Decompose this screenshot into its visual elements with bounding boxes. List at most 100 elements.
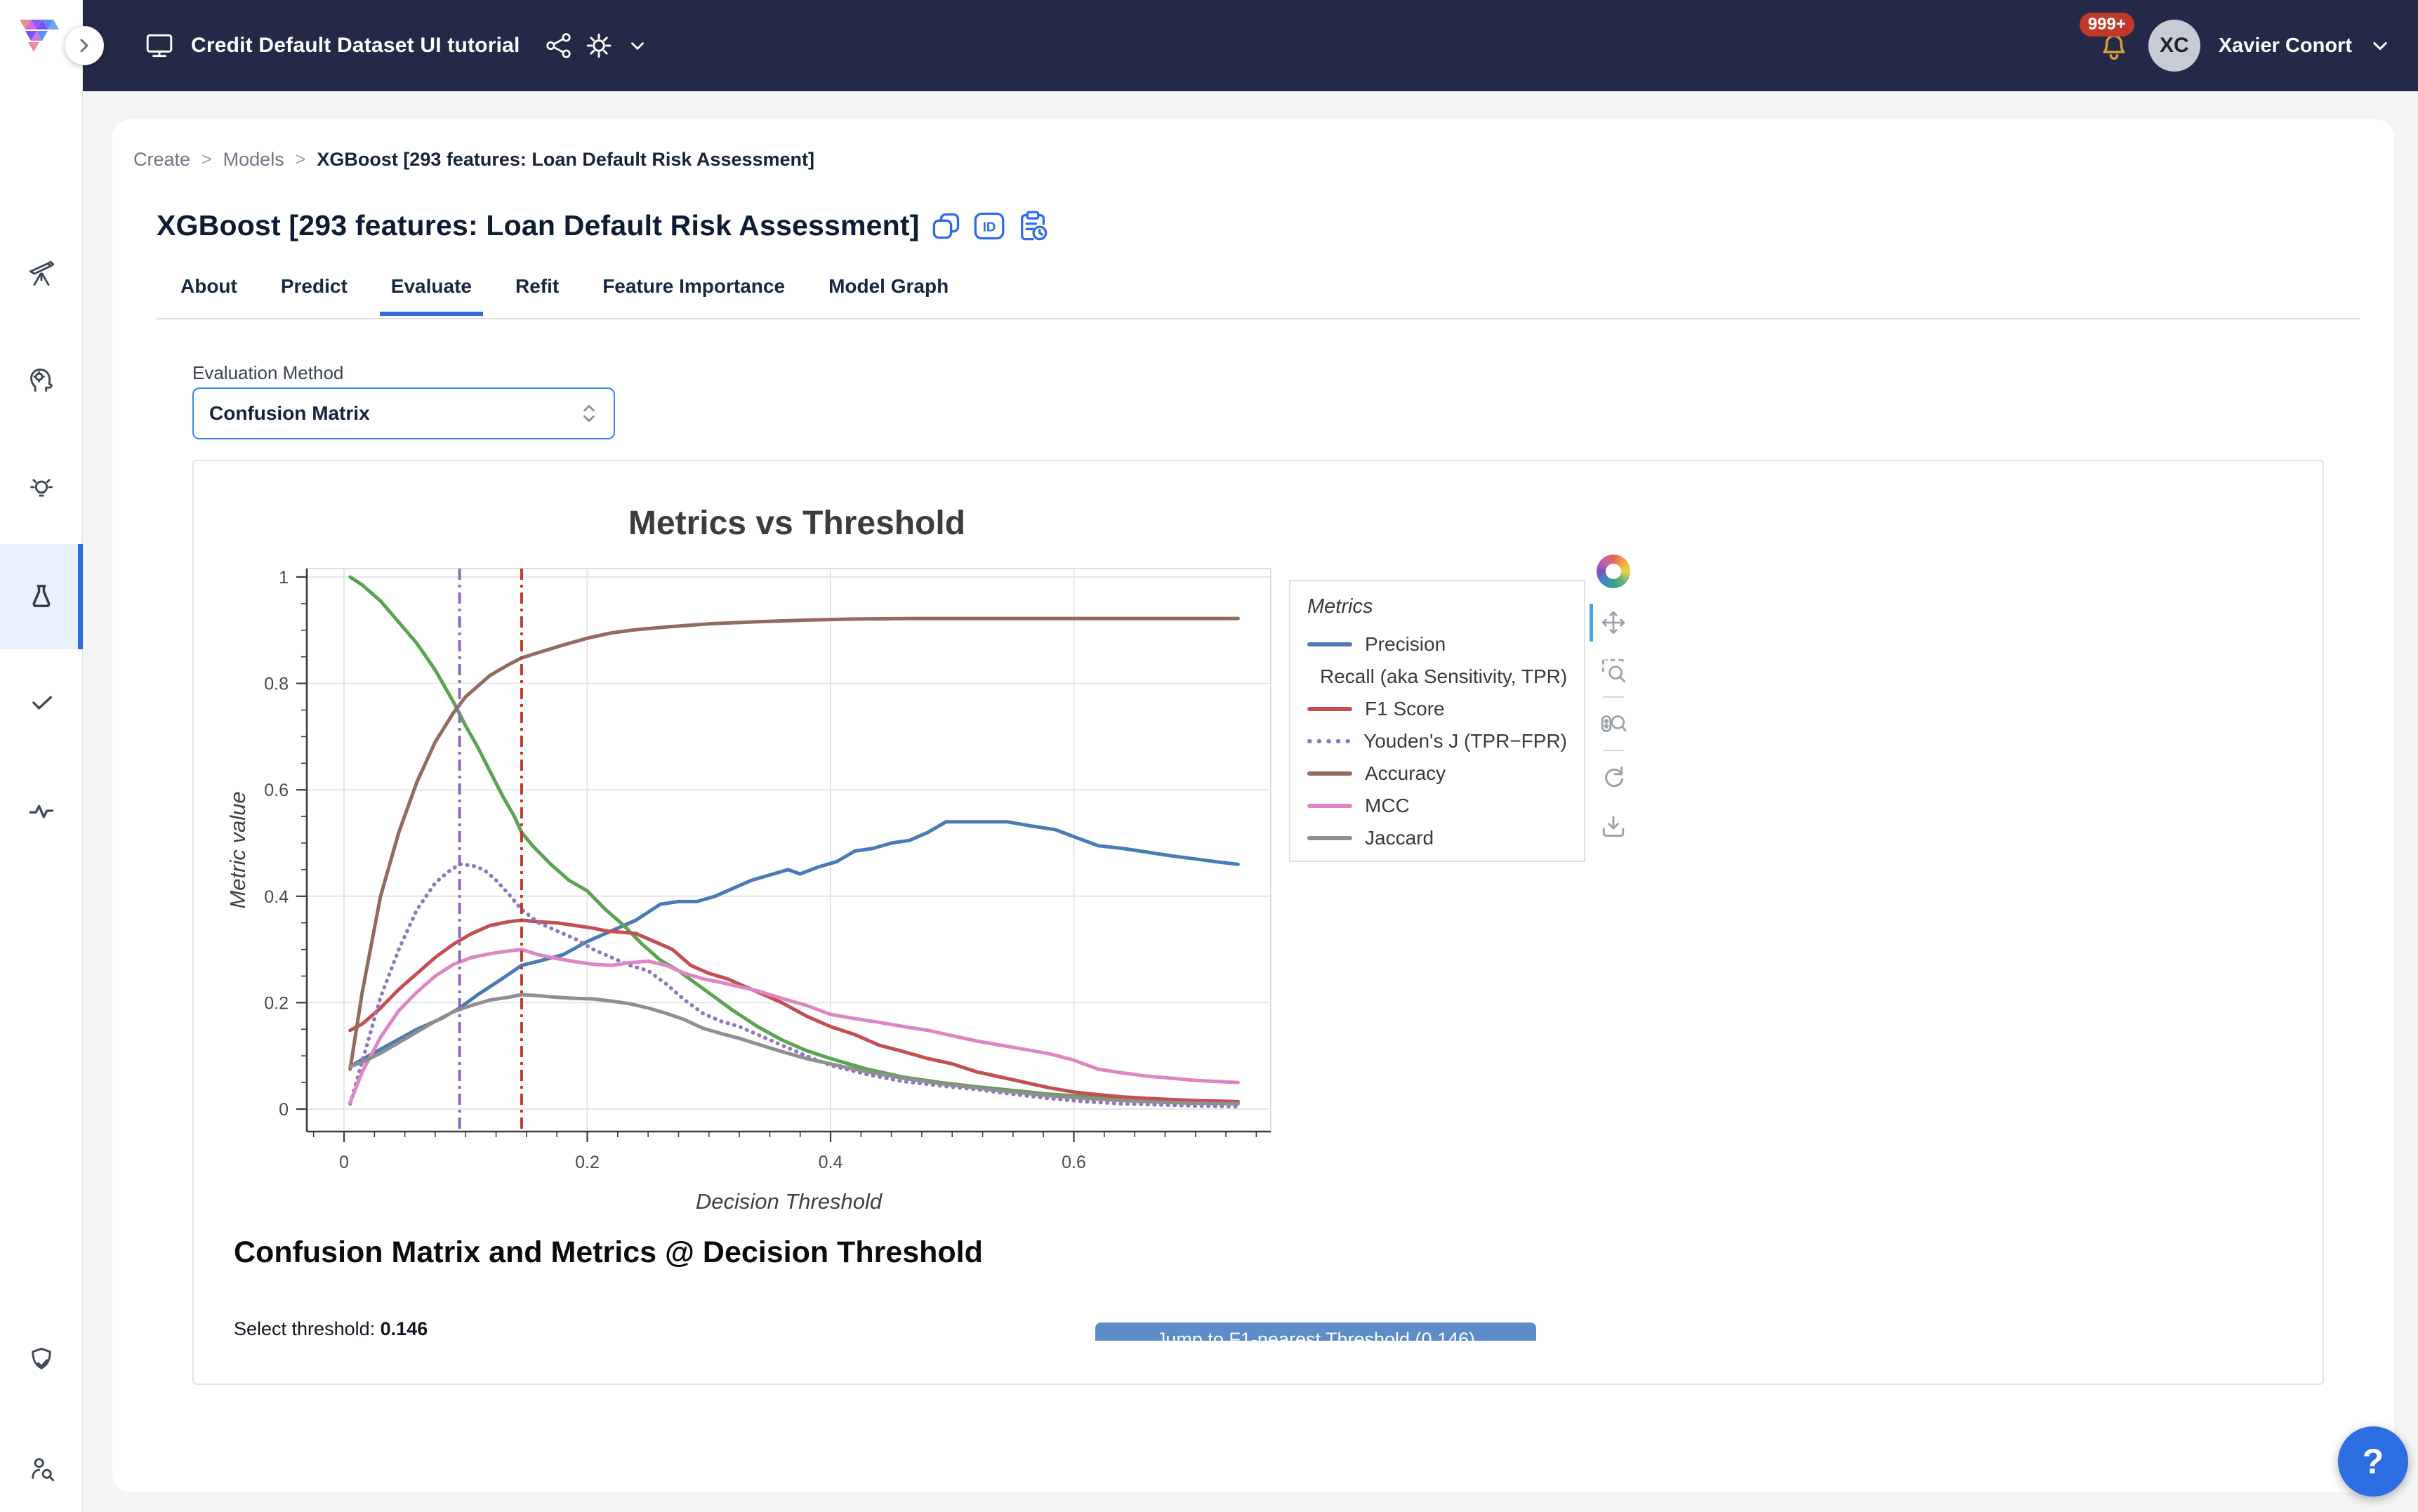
evaluation-method-select[interactable]: Confusion Matrix [192, 387, 615, 439]
legend-item: F1 Score [1307, 693, 1567, 725]
sidebar-item-user-admin[interactable] [0, 1430, 83, 1507]
legend-title: Metrics [1307, 595, 1567, 618]
tabs-divider [157, 318, 2360, 319]
legend-item: Jaccard [1307, 822, 1567, 854]
pan-tool[interactable] [1594, 602, 1633, 643]
tab-model-graph[interactable]: Model Graph [817, 265, 960, 314]
legend-label: Recall (aka Sensitivity, TPR) [1320, 665, 1567, 688]
legend-item: Youden's J (TPR−FPR) [1307, 725, 1567, 757]
bokeh-toolbar [1591, 555, 1636, 848]
sidebar-item-governance[interactable] [0, 1322, 83, 1399]
reset-tool[interactable] [1594, 757, 1633, 797]
chart-title: Metrics vs Threshold [449, 504, 1144, 543]
jump-to-f1-threshold-button[interactable]: Jump to F1-nearest Threshold (0.146) [1095, 1322, 1536, 1341]
tab-about[interactable]: About [169, 265, 249, 314]
legend-swatch [1307, 738, 1351, 745]
top-navbar: Credit Default Dataset UI tutorial [83, 0, 2418, 91]
legend-label: Precision [1365, 633, 1446, 656]
user-search-icon [27, 1454, 55, 1483]
tab-predict[interactable]: Predict [270, 265, 359, 314]
x-axis-label: Decision Threshold [696, 1189, 883, 1214]
notification-badge: 999+ [2080, 13, 2134, 37]
legend-item: MCC [1307, 790, 1567, 822]
app-logo[interactable] [18, 18, 63, 73]
evaluation-method-label: Evaluation Method [192, 362, 343, 384]
embed-clip-region: Jump to F1-nearest Threshold (0.146) [194, 1322, 2321, 1341]
wheel-zoom-tool[interactable] [1594, 703, 1633, 744]
sidebar-expand-button[interactable] [65, 26, 104, 65]
svg-text:0.6: 0.6 [264, 781, 289, 800]
legend-swatch [1307, 705, 1352, 712]
svg-text:0.8: 0.8 [264, 675, 289, 694]
gear-icon[interactable] [585, 32, 613, 60]
svg-text:0.6: 0.6 [1062, 1153, 1086, 1172]
breadcrumb-create[interactable]: Create [133, 149, 190, 171]
legend-swatch [1307, 641, 1352, 648]
project-title: Credit Default Dataset UI tutorial [191, 34, 520, 58]
legend-swatch [1307, 802, 1352, 809]
app-screen: Credit Default Dataset UI tutorial [0, 0, 2418, 1512]
legend-label: Jaccard [1365, 827, 1434, 849]
activity-icon [27, 797, 55, 825]
user-name: Xavier Conort [2219, 34, 2352, 58]
toolbar-divider [1603, 750, 1624, 751]
shield-check-icon [27, 1346, 55, 1374]
select-chevrons-icon [580, 402, 598, 425]
check-icon [27, 688, 55, 716]
legend-item: Precision [1307, 628, 1567, 661]
evaluation-method-value: Confusion Matrix [209, 402, 580, 425]
project-menu-chevron-icon[interactable] [628, 37, 647, 55]
bokeh-logo[interactable] [1597, 555, 1630, 588]
sidebar-item-experiments[interactable] [0, 544, 83, 649]
reset-icon [1600, 764, 1627, 790]
tab-evaluate[interactable]: Evaluate [380, 265, 483, 314]
breadcrumb-current: XGBoost [293 features: Loan Default Risk… [317, 149, 814, 171]
legend-label: MCC [1365, 795, 1410, 817]
save-tool[interactable] [1594, 807, 1633, 848]
svg-text:1: 1 [279, 568, 289, 588]
svg-text:0.2: 0.2 [264, 993, 289, 1013]
sidebar-item-insights[interactable] [0, 449, 83, 526]
breadcrumb: Create > Models > XGBoost [293 features:… [133, 149, 814, 171]
chart-legend: Metrics Precision Recall (aka Sensitivity… [1289, 580, 1585, 862]
svg-text:0.4: 0.4 [819, 1153, 843, 1172]
flask-icon [27, 582, 56, 611]
copy-icon [931, 211, 962, 241]
sidebar-item-approvals[interactable] [0, 663, 83, 741]
sidebar-item-explore[interactable] [0, 235, 83, 312]
history-button[interactable] [1017, 210, 1049, 242]
left-sidebar [0, 0, 83, 1512]
svg-text:0: 0 [279, 1100, 289, 1120]
legend-item: Accuracy [1307, 757, 1567, 790]
avatar[interactable]: XC [2148, 20, 2200, 72]
share-icon[interactable] [546, 32, 572, 59]
help-button[interactable]: ? [2338, 1426, 2408, 1497]
legend-swatch [1307, 835, 1352, 842]
legend-label: Accuracy [1365, 762, 1446, 785]
pan-icon [1600, 609, 1627, 636]
y-axis-label: Metric value [225, 791, 250, 908]
user-menu-chevron-icon[interactable] [2370, 36, 2390, 55]
legend-label: F1 Score [1365, 698, 1445, 720]
save-icon [1600, 814, 1627, 841]
telescope-icon [27, 260, 55, 288]
legend-item: Recall (aka Sensitivity, TPR) [1307, 661, 1567, 693]
clipboard-clock-icon [1017, 210, 1049, 242]
chevron-right-icon [77, 38, 92, 53]
legend-swatch [1307, 770, 1352, 777]
svg-text:0.2: 0.2 [575, 1153, 600, 1172]
sidebar-item-monitoring[interactable] [0, 772, 83, 849]
app-logo-icon [18, 18, 63, 73]
tab-feature-importance[interactable]: Feature Importance [591, 265, 796, 314]
copy-name-button[interactable] [931, 211, 962, 241]
sidebar-item-ai[interactable] [0, 340, 83, 418]
box-zoom-tool[interactable] [1594, 650, 1633, 691]
copy-id-button[interactable]: ID [973, 211, 1005, 241]
wheel-zoom-icon [1600, 710, 1627, 737]
breadcrumb-models[interactable]: Models [223, 149, 284, 171]
notifications-bell[interactable]: 999+ [2098, 29, 2130, 62]
id-badge-icon: ID [973, 211, 1005, 241]
metrics-vs-threshold-plot[interactable]: 00.20.40.600.20.40.60.81Decision Thresho… [192, 460, 2324, 1232]
svg-text:0: 0 [339, 1153, 349, 1172]
tab-refit[interactable]: Refit [504, 265, 570, 314]
